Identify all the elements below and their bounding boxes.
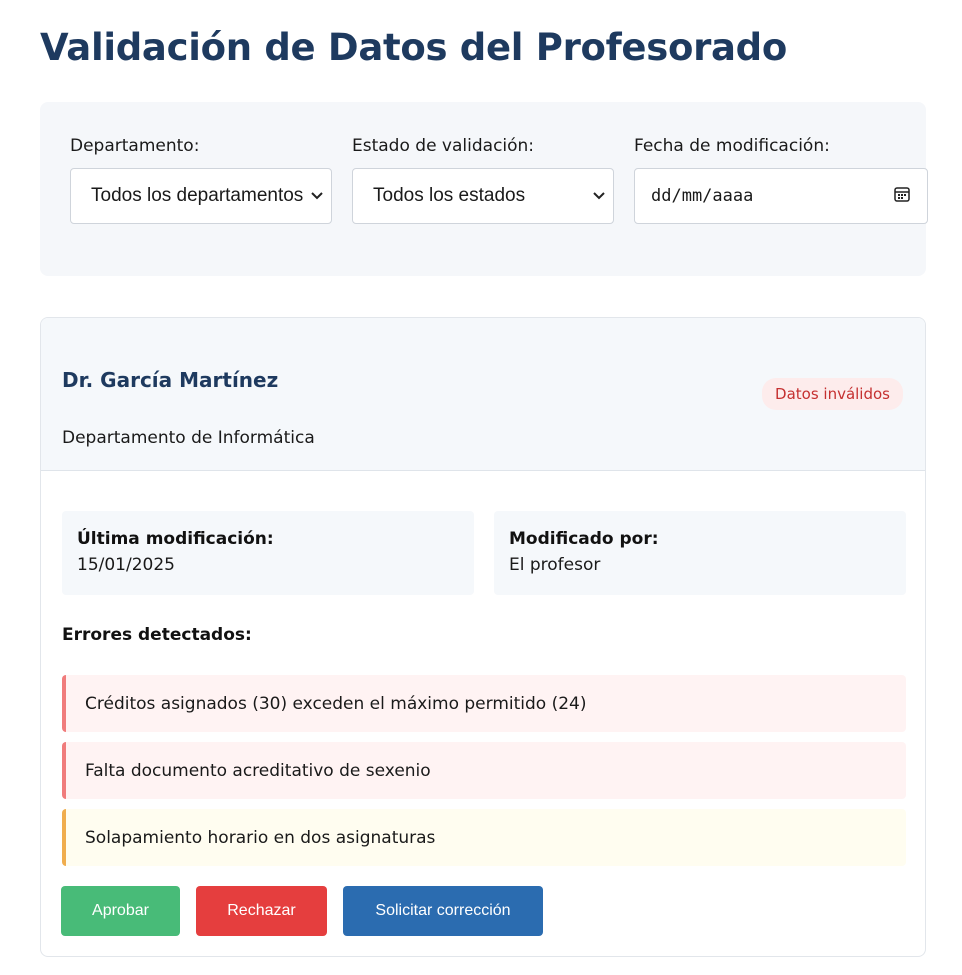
professor-name: Dr. García Martínez xyxy=(62,368,279,392)
department-filter: Departamento: Todos los departamentos xyxy=(70,136,332,224)
status-select[interactable]: Todos los estados xyxy=(352,168,614,224)
error-item: Créditos asignados (30) exceden el máxim… xyxy=(62,675,906,732)
reject-button[interactable]: Rechazar xyxy=(196,886,327,936)
department-select-value: Todos los departamentos xyxy=(91,185,304,206)
status-select-value: Todos los estados xyxy=(373,185,526,206)
professor-card: Dr. García Martínez Datos inválidos Depa… xyxy=(40,317,926,957)
last-modified-value: 15/01/2025 xyxy=(77,555,175,575)
department-filter-label: Departamento: xyxy=(70,136,200,156)
date-input[interactable]: dd/mm/aaaa xyxy=(634,168,928,224)
calendar-icon[interactable] xyxy=(893,185,911,207)
chevron-down-icon xyxy=(311,188,323,204)
error-item: Falta documento acreditativo de sexenio xyxy=(62,742,906,799)
chevron-down-icon xyxy=(593,188,605,204)
modified-by-label: Modificado por: xyxy=(509,529,659,549)
last-modified-box: Última modificación: 15/01/2025 xyxy=(62,511,474,595)
last-modified-label: Última modificación: xyxy=(77,529,274,549)
date-filter-label: Fecha de modificación: xyxy=(634,136,830,156)
request-correction-button[interactable]: Solicitar corrección xyxy=(343,886,543,936)
approve-button[interactable]: Aprobar xyxy=(61,886,180,936)
status-filter-label: Estado de validación: xyxy=(352,136,535,156)
professor-department: Departamento de Informática xyxy=(62,428,315,448)
status-badge: Datos inválidos xyxy=(762,378,903,410)
department-select[interactable]: Todos los departamentos xyxy=(70,168,332,224)
modified-by-value: El profesor xyxy=(509,555,601,575)
errors-title: Errores detectados: xyxy=(62,625,252,645)
date-input-placeholder: dd/mm/aaaa xyxy=(651,186,754,206)
date-filter: Fecha de modificación: dd/mm/aaaa xyxy=(634,136,928,224)
professor-card-header: Dr. García Martínez Datos inválidos Depa… xyxy=(41,318,925,471)
status-filter: Estado de validación: Todos los estados xyxy=(352,136,614,224)
filters-panel: Departamento: Todos los departamentos Es… xyxy=(40,102,928,276)
modified-by-box: Modificado por: El profesor xyxy=(494,511,906,595)
warning-item: Solapamiento horario en dos asignaturas xyxy=(62,809,906,866)
page-title: Validación de Datos del Profesorado xyxy=(40,26,787,69)
